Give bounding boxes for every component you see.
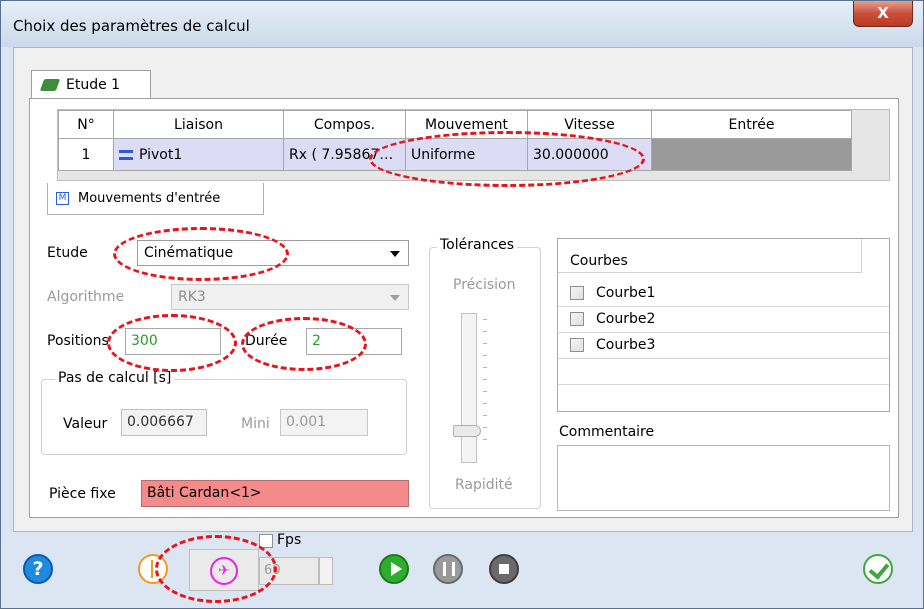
pivot-link-icon bbox=[119, 149, 133, 160]
pause-button[interactable] bbox=[433, 554, 463, 584]
tab-mouvements-entree[interactable]: M Mouvements d'entrée bbox=[47, 183, 264, 215]
algorithme-label: Algorithme bbox=[47, 289, 125, 305]
cell-liaison-text: Pivot1 bbox=[139, 146, 183, 163]
col-header-compos[interactable]: Compos. bbox=[283, 110, 406, 139]
study-icon bbox=[39, 79, 61, 91]
cell-entree[interactable] bbox=[651, 138, 852, 171]
mini-field[interactable]: 0.001 bbox=[280, 409, 368, 436]
positions-label: Positions bbox=[47, 333, 109, 349]
valeur-label: Valeur bbox=[63, 416, 108, 432]
fps-label: Fps bbox=[277, 532, 302, 548]
algorithme-value: RK3 bbox=[178, 289, 206, 305]
chevron-down-icon bbox=[390, 251, 400, 257]
help-button[interactable]: ? bbox=[23, 554, 53, 584]
courbe-checkbox[interactable] bbox=[570, 312, 584, 326]
piece-fixe-field[interactable]: Bâti Cardan<1> bbox=[141, 480, 409, 507]
play-button[interactable] bbox=[379, 554, 409, 584]
algorithme-select[interactable]: RK3 bbox=[171, 284, 409, 310]
col-header-num[interactable]: N° bbox=[58, 110, 114, 139]
cell-num[interactable]: 1 bbox=[58, 138, 114, 171]
annotation-ellipse bbox=[369, 131, 645, 187]
rapidite-label: Rapidité bbox=[455, 477, 513, 493]
etude-label: Etude bbox=[47, 245, 88, 261]
commentaire-label: Commentaire bbox=[559, 424, 655, 440]
cell-liaison[interactable]: Pivot1 bbox=[113, 138, 284, 171]
fps-stepper-arrows-icon[interactable] bbox=[319, 557, 333, 585]
list-item-empty bbox=[558, 359, 889, 385]
annotation-ellipse bbox=[113, 227, 289, 281]
list-item[interactable]: Courbe2 bbox=[558, 307, 889, 333]
motion-icon: M bbox=[56, 192, 69, 205]
stop-button[interactable] bbox=[489, 554, 519, 584]
annotation-ellipse bbox=[107, 314, 237, 372]
courbe-label: Courbe2 bbox=[596, 311, 656, 327]
annotation-ellipse bbox=[241, 317, 367, 371]
pas-de-calcul-title: Pas de calcul [s] bbox=[55, 370, 175, 386]
valeur-field: 0.006667 bbox=[121, 409, 207, 436]
close-button[interactable]: X bbox=[853, 1, 913, 27]
tolerance-slider-thumb[interactable] bbox=[453, 424, 481, 437]
commentaire-input[interactable] bbox=[557, 445, 890, 511]
tolerances-title: Tolérances bbox=[437, 237, 518, 253]
subtab-label: Mouvements d'entrée bbox=[78, 191, 221, 206]
annotation-ellipse bbox=[155, 535, 277, 603]
col-header-liaison[interactable]: Liaison bbox=[113, 110, 284, 139]
precision-label: Précision bbox=[453, 277, 516, 293]
dialog-window: Choix des paramètres de calcul X Etude 1… bbox=[0, 0, 924, 609]
tab-etude-1[interactable]: Etude 1 bbox=[31, 70, 151, 100]
courbe-label: Courbe3 bbox=[596, 337, 656, 353]
col-header-entree[interactable]: Entrée bbox=[651, 110, 852, 139]
list-item[interactable]: Courbe1 bbox=[558, 281, 889, 307]
courbes-header[interactable]: Courbes bbox=[558, 239, 862, 273]
slider-ticks bbox=[483, 319, 487, 447]
tab-label: Etude 1 bbox=[66, 77, 121, 93]
title-bar[interactable]: Choix des paramètres de calcul X bbox=[1, 1, 923, 47]
mini-label: Mini bbox=[241, 416, 270, 432]
piece-fixe-label: Pièce fixe bbox=[49, 486, 116, 502]
courbe-label: Courbe1 bbox=[596, 285, 656, 301]
tolerance-slider-track[interactable] bbox=[461, 313, 477, 463]
courbe-checkbox[interactable] bbox=[570, 338, 584, 352]
window-title: Choix des paramètres de calcul bbox=[13, 17, 250, 35]
chevron-down-icon bbox=[390, 295, 400, 301]
list-item[interactable]: Courbe3 bbox=[558, 333, 889, 359]
courbe-checkbox[interactable] bbox=[570, 286, 584, 300]
courbes-list: Courbes Courbe1 Courbe2 Courbe3 bbox=[557, 238, 890, 412]
ok-check-icon[interactable] bbox=[863, 554, 893, 584]
